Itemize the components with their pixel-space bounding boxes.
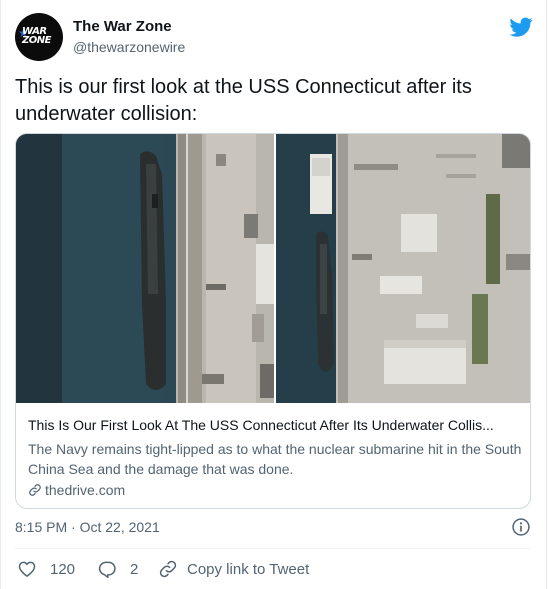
card-description: The Navy remains tight-lipped as to what…: [28, 441, 522, 477]
tweet-header: ★ WAR ZONE The War Zone @thewarzonewire: [15, 13, 535, 61]
heart-icon: [18, 561, 36, 577]
copy-link-button[interactable]: Copy link to Tweet: [158, 556, 309, 582]
divider: [15, 548, 531, 549]
card-body: This Is Our First Look At The USS Connec…: [28, 416, 524, 500]
link-card[interactable]: This Is Our First Look At The USS Connec…: [15, 133, 531, 509]
twitter-bird-icon[interactable]: [509, 15, 533, 39]
handle[interactable]: @thewarzonewire: [73, 38, 185, 56]
card-domain[interactable]: thedrive.com: [28, 480, 524, 500]
copy-link-label: Copy link to Tweet: [187, 560, 310, 578]
like-count: 120: [50, 560, 76, 578]
card-title[interactable]: This Is Our First Look At The USS Connec…: [28, 416, 524, 435]
like-button[interactable]: 120: [17, 556, 75, 582]
reply-count: 2: [130, 560, 139, 578]
avatar-logo-text: WAR ZONE: [22, 26, 51, 46]
author-info: The War Zone @thewarzonewire: [73, 18, 185, 56]
tweet-actions: 120 2 Copy link to Tweet: [15, 556, 531, 582]
tweet-embed: ★ WAR ZONE The War Zone @thewarzonewire …: [0, 0, 547, 589]
card-domain-text: thedrive.com: [45, 482, 126, 498]
info-icon[interactable]: [511, 517, 531, 537]
display-name[interactable]: The War Zone: [73, 18, 185, 36]
link-icon: [29, 484, 41, 496]
card-image: [16, 134, 530, 403]
reply-button[interactable]: 2: [97, 556, 138, 582]
tweet-meta: 8:15 PM · Oct 22, 2021: [15, 517, 531, 539]
reply-icon: [98, 561, 116, 579]
avatar[interactable]: ★ WAR ZONE: [15, 13, 63, 61]
link-icon: [159, 560, 177, 578]
timestamp[interactable]: 8:15 PM · Oct 22, 2021: [15, 519, 160, 535]
tweet-text: This is our first look at the USS Connec…: [15, 76, 472, 125]
